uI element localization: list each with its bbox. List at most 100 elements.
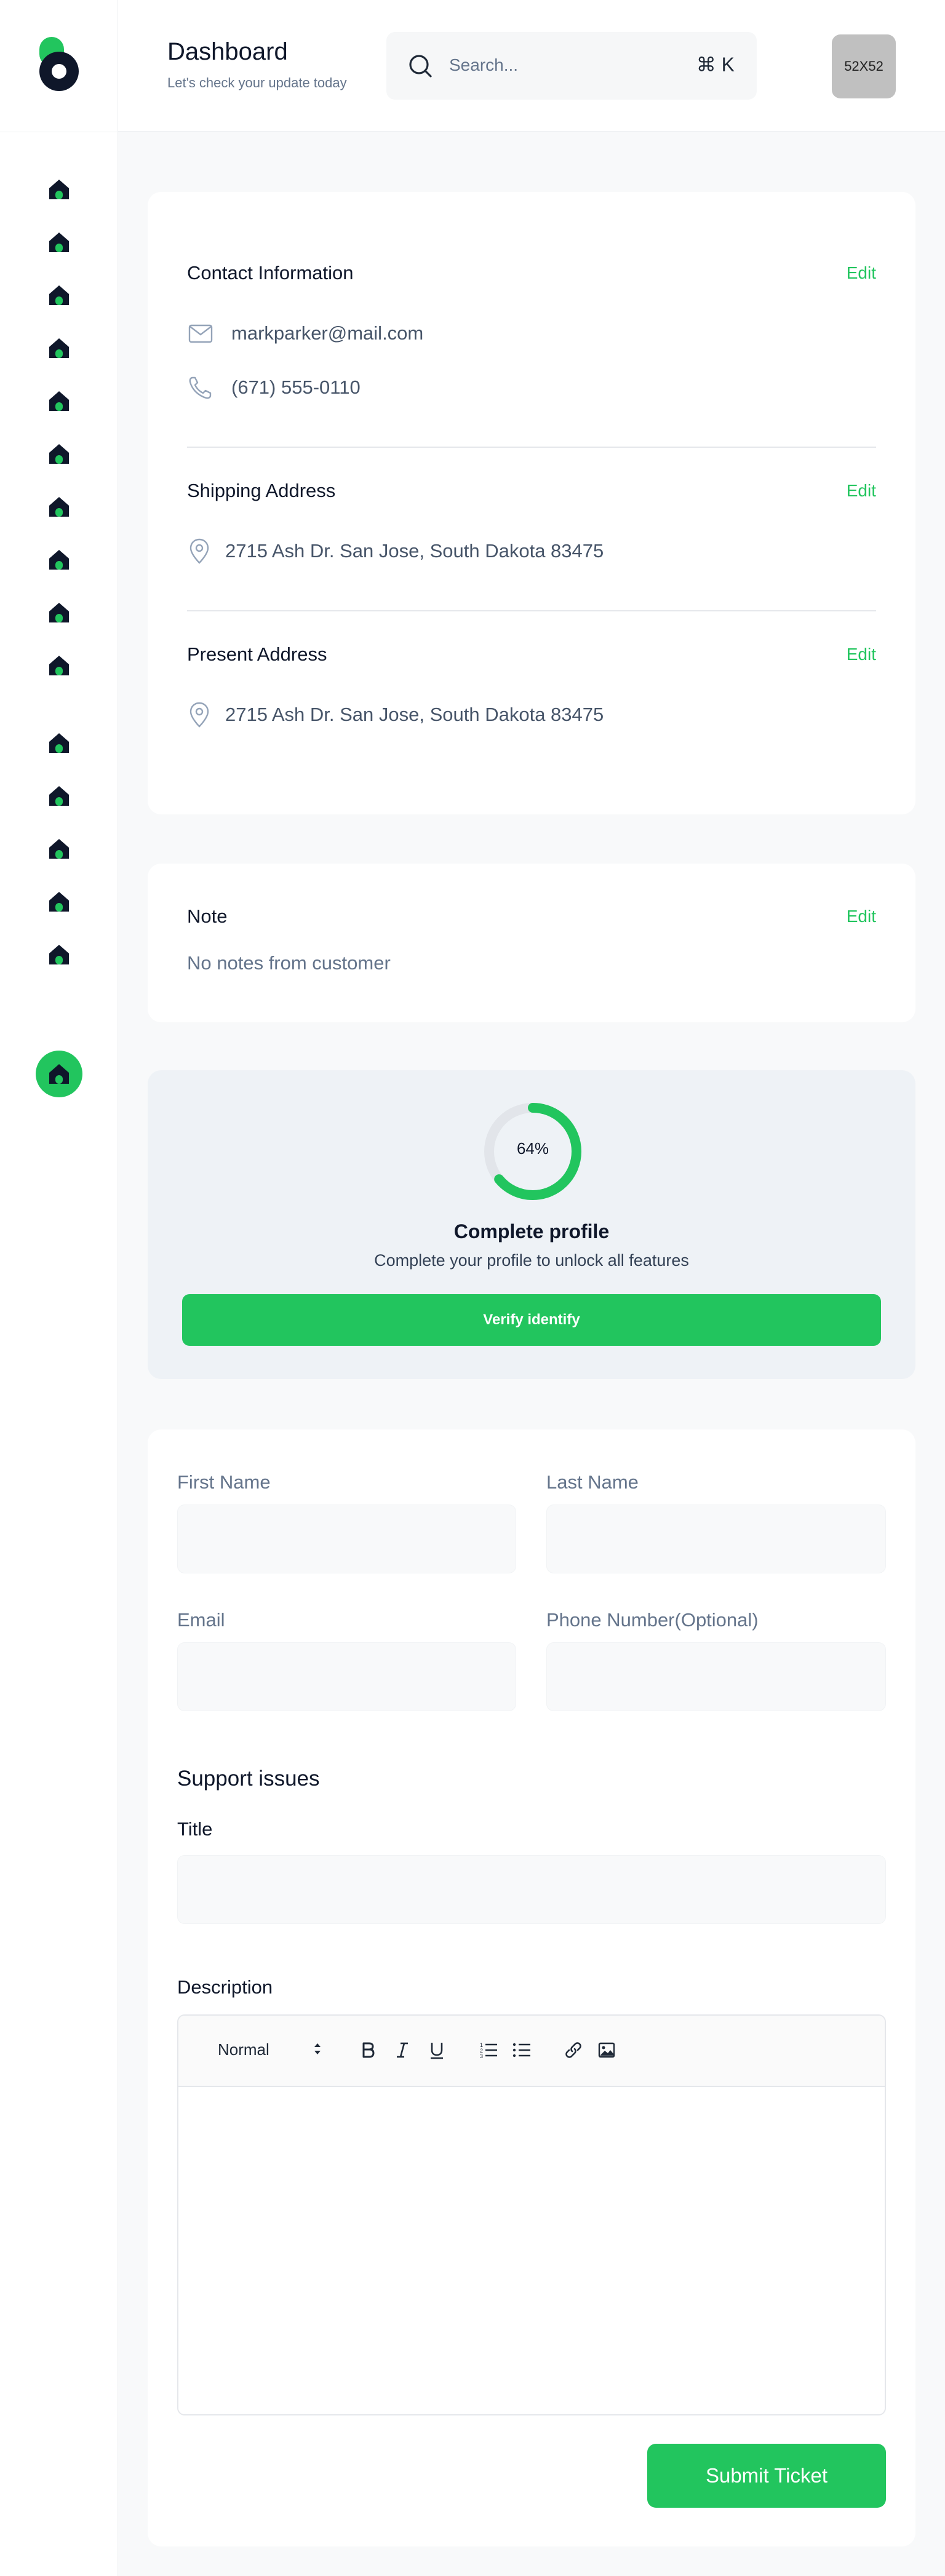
email-input[interactable] — [177, 1642, 516, 1711]
phone-value: (671) 555-0110 — [231, 376, 361, 398]
location-pin-icon — [189, 702, 209, 728]
sidebar-item-6[interactable] — [47, 442, 71, 466]
home-icon — [49, 497, 69, 517]
format-select[interactable]: Normal — [218, 2040, 269, 2059]
shipping-address-row: 2715 Ash Dr. San Jose, South Dakota 8347… — [187, 538, 604, 565]
contact-title: Contact Information — [187, 262, 354, 284]
bold-icon — [362, 2042, 375, 2058]
sidebar-item-14[interactable] — [47, 889, 71, 914]
topbar: Dashboard Let's check your update today … — [118, 0, 945, 132]
verify-identity-button[interactable]: Verify identify — [182, 1294, 881, 1346]
home-icon — [49, 892, 69, 912]
contact-card: Contact Information Edit markparker@mail… — [148, 192, 915, 814]
phone-row: (671) 555-0110 — [187, 374, 361, 401]
description-editor: Normal 1 2 3 — [177, 2014, 886, 2415]
chevron-updown-icon — [314, 2043, 321, 2054]
underline-icon — [431, 2043, 443, 2059]
page-title: Dashboard — [167, 38, 288, 65]
note-text: No notes from customer — [187, 952, 391, 974]
description-label: Description — [177, 1976, 273, 1998]
image-button[interactable] — [596, 2039, 618, 2061]
present-address-edit-link[interactable]: Edit — [847, 645, 876, 664]
sidebar-item-7[interactable] — [47, 495, 71, 519]
sidebar-item-10[interactable] — [47, 653, 71, 678]
profile-title: Complete profile — [453, 1220, 610, 1242]
home-icon — [49, 444, 69, 464]
home-icon — [49, 338, 69, 358]
support-issues-heading: Support issues — [177, 1767, 320, 1791]
email-value: markparker@mail.com — [231, 322, 424, 344]
link-button[interactable] — [562, 2039, 584, 2061]
home-icon — [49, 786, 69, 806]
note-title: Note — [187, 905, 228, 927]
present-address-row: 2715 Ash Dr. San Jose, South Dakota 8347… — [187, 701, 604, 728]
progress-percent: 64% — [516, 1139, 549, 1158]
location-pin-icon — [189, 538, 209, 564]
email-row: markparker@mail.com — [187, 320, 423, 347]
svg-text:3: 3 — [480, 2053, 483, 2059]
home-icon — [49, 391, 69, 411]
description-editor-body[interactable] — [178, 2088, 885, 2414]
underline-button[interactable] — [426, 2039, 448, 2061]
image-icon — [598, 2042, 615, 2058]
sidebar-item-2[interactable] — [47, 230, 71, 255]
title-input[interactable] — [177, 1855, 886, 1924]
home-icon — [49, 656, 69, 675]
italic-icon — [397, 2042, 408, 2058]
bullet-list-icon — [512, 2043, 530, 2057]
home-icon — [49, 1064, 69, 1084]
first-name-label: First Name — [177, 1471, 271, 1493]
search-bar[interactable]: Search... ⌘ K — [386, 32, 757, 100]
support-form-card: First Name Last Name Email Phone Number(… — [148, 1429, 915, 2546]
bullet-list-button[interactable] — [511, 2039, 533, 2061]
last-name-input[interactable] — [546, 1505, 886, 1573]
sidebar-item-3[interactable] — [47, 283, 71, 308]
shipping-address: 2715 Ash Dr. San Jose, South Dakota 8347… — [225, 540, 604, 562]
section-divider — [187, 447, 876, 448]
sidebar-item-12[interactable] — [47, 784, 71, 808]
profile-description: Complete your profile to unlock all feat… — [374, 1251, 689, 1270]
home-icon — [49, 603, 69, 622]
home-icon — [49, 550, 69, 570]
sidebar-item-9[interactable] — [47, 600, 71, 625]
last-name-label: Last Name — [546, 1471, 639, 1493]
phone-label: Phone Number(Optional) — [546, 1609, 759, 1631]
sidebar-item-active[interactable] — [36, 1051, 82, 1097]
home-icon — [49, 180, 69, 199]
submit-ticket-button[interactable]: Submit Ticket — [647, 2444, 886, 2508]
italic-button[interactable] — [391, 2039, 413, 2061]
shipping-title: Shipping Address — [187, 480, 336, 501]
note-card: Note Edit No notes from customer — [148, 864, 915, 1022]
sidebar-item-5[interactable] — [47, 389, 71, 413]
brand-logo[interactable] — [34, 34, 84, 96]
present-address: 2715 Ash Dr. San Jose, South Dakota 8347… — [225, 704, 604, 725]
sidebar-item-8[interactable] — [47, 547, 71, 572]
home-icon — [49, 233, 69, 252]
ordered-list-icon: 1 2 3 — [480, 2042, 497, 2059]
note-edit-link[interactable]: Edit — [847, 907, 876, 926]
phone-input[interactable] — [546, 1642, 886, 1711]
sidebar — [0, 0, 118, 2576]
profile-completion-card: 64% Complete profile Complete your profi… — [148, 1070, 915, 1379]
email-label: Email — [177, 1609, 225, 1631]
search-input[interactable]: Search... — [449, 55, 518, 75]
sidebar-item-13[interactable] — [47, 837, 71, 861]
search-shortcut: ⌘ K — [696, 54, 735, 76]
home-icon — [49, 945, 69, 964]
avatar[interactable]: 52X52 — [832, 34, 896, 98]
title-label: Title — [177, 1818, 213, 1840]
sidebar-item-11[interactable] — [47, 731, 71, 755]
search-icon — [409, 55, 432, 78]
shipping-edit-link[interactable]: Edit — [847, 481, 876, 501]
first-name-input[interactable] — [177, 1505, 516, 1573]
section-divider — [187, 610, 876, 611]
present-address-title: Present Address — [187, 643, 327, 665]
sidebar-item-1[interactable] — [47, 177, 71, 202]
contact-edit-link[interactable]: Edit — [847, 263, 876, 283]
sidebar-item-4[interactable] — [47, 336, 71, 360]
bold-button[interactable] — [357, 2039, 379, 2061]
home-icon — [49, 733, 69, 753]
ordered-list-button[interactable]: 1 2 3 — [477, 2039, 500, 2061]
phone-icon — [189, 376, 212, 399]
sidebar-item-15[interactable] — [47, 942, 71, 967]
